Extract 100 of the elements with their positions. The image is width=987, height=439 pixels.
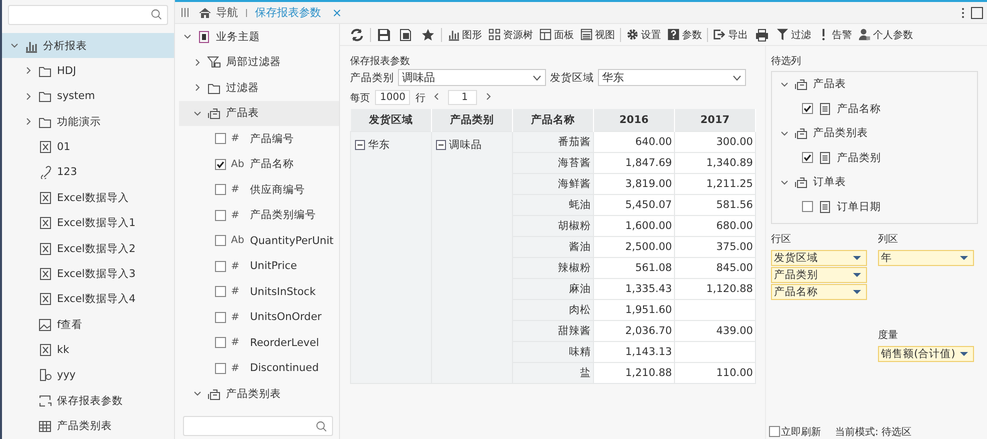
checkbox[interactable] xyxy=(215,362,226,374)
collapse-icon[interactable] xyxy=(436,140,446,150)
checkbox[interactable] xyxy=(215,235,226,246)
checkbox[interactable] xyxy=(215,210,226,221)
tree-item[interactable]: kk xyxy=(2,337,174,363)
tree-item[interactable]: Excel数据导入3 xyxy=(2,261,174,287)
tree-item[interactable]: 局部过滤器 xyxy=(179,50,339,75)
field-dropdown[interactable]: 发货区域 xyxy=(771,250,867,266)
field-dropdown[interactable]: 销售额(合计值) xyxy=(878,346,974,362)
close-icon[interactable] xyxy=(333,8,341,16)
dropdown[interactable]: 调味品 xyxy=(398,69,546,86)
toolbar-button[interactable]: 图形 xyxy=(445,28,484,42)
chevron-down-icon[interactable] xyxy=(780,178,789,187)
search-field[interactable] xyxy=(183,416,333,436)
tree-item[interactable]: 产品类别表 xyxy=(2,414,174,439)
chevron-right-icon[interactable] xyxy=(24,117,33,126)
tree-item[interactable]: f查看 xyxy=(2,312,174,338)
star-icon[interactable] xyxy=(421,28,435,42)
field-item[interactable]: # ReorderLevel xyxy=(179,330,339,356)
field-item[interactable]: 产品名称 xyxy=(780,96,977,121)
toolbar-button[interactable]: 过滤 xyxy=(774,28,813,42)
chevron-down-icon[interactable] xyxy=(193,389,202,398)
maximize-icon[interactable] xyxy=(971,6,983,18)
tree-item[interactable]: 过滤器 xyxy=(179,75,339,100)
chevron-down-icon[interactable] xyxy=(193,108,202,118)
dropdown[interactable]: 华东 xyxy=(598,69,746,86)
tree-item[interactable]: HDJ xyxy=(2,58,174,84)
checkbox[interactable] xyxy=(769,426,780,437)
tree-item[interactable]: 功能演示 xyxy=(2,109,174,134)
toolbar-button[interactable]: 资源树 xyxy=(486,28,535,42)
toolbar-button[interactable]: 设置 xyxy=(624,28,663,42)
tree-item[interactable]: 01 xyxy=(2,134,174,160)
page-size-field[interactable]: 1000 xyxy=(375,90,410,105)
checkbox[interactable] xyxy=(215,260,226,272)
refresh-icon[interactable] xyxy=(350,28,364,42)
checkbox[interactable] xyxy=(215,158,226,170)
tree-item[interactable]: Excel数据导入4 xyxy=(2,286,174,312)
toolbar-button[interactable]: 参数 xyxy=(665,28,704,42)
tree-label: yyy xyxy=(57,369,76,382)
more-icon[interactable] xyxy=(961,6,965,18)
tree-item[interactable]: Excel数据导入 xyxy=(2,185,174,211)
tree-item[interactable]: 产品表 xyxy=(780,72,977,96)
tree-item[interactable]: 订单表 xyxy=(780,170,977,194)
tree-item[interactable]: 123 xyxy=(2,160,174,186)
type-mark: Ab xyxy=(231,235,245,246)
tree-item[interactable]: 分析报表 xyxy=(2,32,174,58)
tree-item[interactable]: 业务主题 xyxy=(179,24,339,50)
tree-item[interactable]: 产品表 xyxy=(179,100,339,126)
field-dropdown[interactable]: 产品名称 xyxy=(771,284,867,300)
chevron-right-icon[interactable] xyxy=(24,66,33,76)
checkbox[interactable] xyxy=(802,201,813,212)
collapse-icon[interactable] xyxy=(355,140,365,150)
field-dropdown[interactable]: 产品类别 xyxy=(771,267,867,283)
toolbar-button[interactable]: 导出 xyxy=(711,28,750,42)
print-icon[interactable] xyxy=(755,28,769,42)
field-item[interactable]: Ab QuantityPerUnit xyxy=(179,228,339,254)
save-icon[interactable] xyxy=(377,28,391,42)
save-as-icon[interactable] xyxy=(399,28,413,42)
chevron-left-icon xyxy=(432,92,442,100)
checkbox[interactable] xyxy=(215,286,226,298)
field-item[interactable]: 产品类别 xyxy=(780,146,977,170)
tree-item[interactable]: 产品类别表 xyxy=(179,381,339,406)
search-field[interactable] xyxy=(8,5,168,25)
tab[interactable]: 导航 xyxy=(196,5,240,20)
tree-item[interactable]: 保存报表参数 xyxy=(2,388,174,414)
tree-item[interactable]: 产品类别表 xyxy=(780,121,977,146)
checkbox[interactable] xyxy=(802,152,813,164)
field-item[interactable]: 订单日期 xyxy=(780,194,977,219)
checkbox[interactable] xyxy=(215,184,226,196)
chevron-down-icon[interactable] xyxy=(780,80,789,89)
database-table-icon xyxy=(794,175,808,190)
field-item[interactable]: # Discontinued xyxy=(179,356,339,381)
checkbox[interactable] xyxy=(802,103,813,114)
toolbar-button[interactable]: 个人参数 xyxy=(856,28,915,42)
checkbox[interactable] xyxy=(215,133,226,144)
field-item[interactable]: # UnitsOnOrder xyxy=(179,304,339,330)
page-number-field[interactable]: 1 xyxy=(448,90,477,105)
field-item[interactable]: # 产品类别编号 xyxy=(179,202,339,228)
toolbar-button[interactable]: 告警 xyxy=(815,28,854,42)
field-item[interactable]: # UnitsInStock xyxy=(179,279,339,304)
toolbar-button[interactable]: 视图 xyxy=(578,28,617,42)
chevron-right-icon[interactable] xyxy=(24,92,33,101)
checkbox[interactable] xyxy=(215,312,226,323)
field-item[interactable]: # 供应商编号 xyxy=(179,177,339,202)
chevron-down-icon[interactable] xyxy=(183,32,192,42)
checkbox[interactable] xyxy=(215,337,226,348)
toolbar-button[interactable]: 面板 xyxy=(537,28,576,42)
chevron-right-icon[interactable] xyxy=(193,58,202,67)
field-dropdown[interactable]: 年 xyxy=(878,250,974,266)
field-item[interactable]: # UnitPrice xyxy=(179,254,339,279)
tree-item[interactable]: system xyxy=(2,84,174,110)
tree-item[interactable]: Excel数据导入1 xyxy=(2,210,174,236)
chevron-right-icon[interactable] xyxy=(193,83,202,92)
tree-item[interactable]: Excel数据导入2 xyxy=(2,236,174,262)
chevron-down-icon[interactable] xyxy=(10,41,19,50)
field-item[interactable]: Ab 产品名称 xyxy=(179,152,339,177)
tree-label: 保存报表参数 xyxy=(57,394,123,408)
field-item[interactable]: # 产品编号 xyxy=(179,126,339,152)
chevron-down-icon[interactable] xyxy=(780,128,789,138)
tree-item[interactable]: yyy xyxy=(2,362,174,388)
